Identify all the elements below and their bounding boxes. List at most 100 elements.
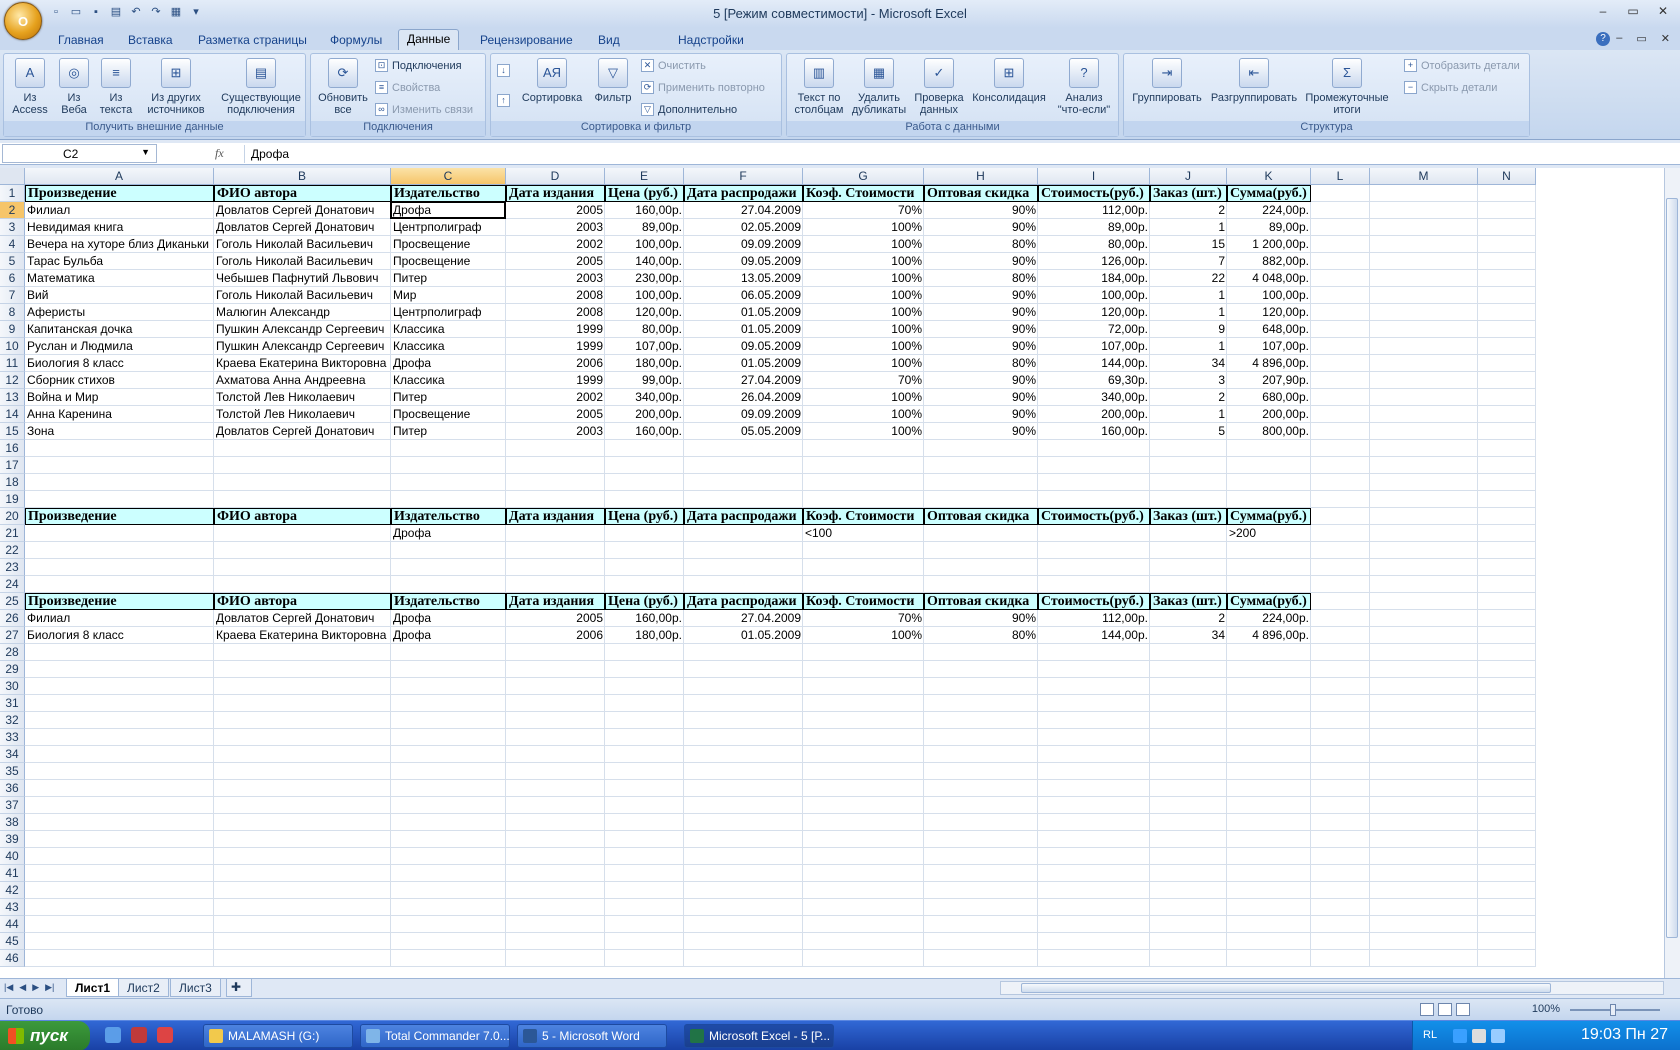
- network-icon[interactable]: [1491, 1029, 1505, 1043]
- wb-restore-icon[interactable]: ▭: [1636, 32, 1646, 45]
- table-cell[interactable]: 107,00р.: [1038, 338, 1150, 355]
- table-cell[interactable]: 80%: [924, 355, 1038, 372]
- table-cell[interactable]: Толстой Лев Николаевич: [214, 406, 391, 423]
- table-cell[interactable]: 27.04.2009: [684, 372, 803, 389]
- sheet-tab-3[interactable]: Лист3: [170, 979, 221, 997]
- column-header-l[interactable]: L: [1311, 168, 1370, 185]
- table-cell[interactable]: 90%: [924, 389, 1038, 406]
- table-header-cell[interactable]: Стоимость(руб.): [1038, 185, 1150, 202]
- prev-sheet-icon[interactable]: ◀: [19, 982, 26, 993]
- text-to-columns-button[interactable]: ▥ Текст по столбцам: [791, 56, 847, 116]
- table-cell[interactable]: Классика: [391, 338, 506, 355]
- app-icon[interactable]: [131, 1027, 147, 1043]
- row-header-8[interactable]: 8: [0, 304, 25, 321]
- formula-input[interactable]: Дрофа: [244, 145, 1664, 163]
- row-header-40[interactable]: 40: [0, 848, 25, 865]
- table-cell[interactable]: Центрполиграф: [391, 219, 506, 236]
- result-cell[interactable]: 100%: [803, 627, 924, 644]
- table-cell[interactable]: 1999: [506, 338, 605, 355]
- tab-page-layout[interactable]: Разметка страницы: [190, 31, 315, 49]
- edit-links-button[interactable]: ∞ Изменить связи: [375, 103, 473, 116]
- table-cell[interactable]: 1: [1150, 406, 1227, 423]
- result-cell[interactable]: 224,00р.: [1227, 610, 1311, 627]
- wb-close-icon[interactable]: ✕: [1661, 32, 1670, 45]
- row-header-25[interactable]: 25: [0, 593, 25, 610]
- vertical-scrollbar[interactable]: [1664, 168, 1680, 978]
- table-cell[interactable]: 1 200,00р.: [1227, 236, 1311, 253]
- table-cell[interactable]: 02.05.2009: [684, 219, 803, 236]
- table-cell[interactable]: 89,00р.: [1038, 219, 1150, 236]
- table-cell[interactable]: 09.05.2009: [684, 338, 803, 355]
- table-cell[interactable]: Довлатов Сергей Донатович: [214, 219, 391, 236]
- row-header-13[interactable]: 13: [0, 389, 25, 406]
- table-cell[interactable]: 99,00р.: [605, 372, 684, 389]
- table-header-cell[interactable]: Оптовая скидка: [924, 508, 1038, 525]
- result-cell[interactable]: 27.04.2009: [684, 610, 803, 627]
- row-header-11[interactable]: 11: [0, 355, 25, 372]
- table-header-cell[interactable]: Заказ (шт.): [1150, 593, 1227, 610]
- table-cell[interactable]: 2005: [506, 202, 605, 219]
- from-text-button[interactable]: ≡ Из текста: [96, 56, 136, 116]
- table-cell[interactable]: Пушкин Александр Сергеевич: [214, 338, 391, 355]
- criteria-cell[interactable]: >200: [1227, 525, 1311, 542]
- table-cell[interactable]: 80,00р.: [1038, 236, 1150, 253]
- help-icon[interactable]: ?: [1596, 32, 1610, 46]
- result-cell[interactable]: 70%: [803, 610, 924, 627]
- row-header-46[interactable]: 46: [0, 950, 25, 967]
- horizontal-scrollbar[interactable]: [1000, 981, 1664, 995]
- row-header-30[interactable]: 30: [0, 678, 25, 695]
- table-cell[interactable]: Зона: [25, 423, 214, 440]
- row-header-14[interactable]: 14: [0, 406, 25, 423]
- result-cell[interactable]: Филиал: [25, 610, 214, 627]
- table-cell[interactable]: 2: [1150, 202, 1227, 219]
- table-cell[interactable]: 5: [1150, 423, 1227, 440]
- column-header-f[interactable]: F: [684, 168, 803, 185]
- row-header-24[interactable]: 24: [0, 576, 25, 593]
- result-cell[interactable]: 112,00р.: [1038, 610, 1150, 627]
- table-cell[interactable]: 112,00р.: [1038, 202, 1150, 219]
- close-icon[interactable]: ✕: [1656, 4, 1670, 18]
- row-header-43[interactable]: 43: [0, 899, 25, 916]
- table-cell[interactable]: 7: [1150, 253, 1227, 270]
- ungroup-button[interactable]: ⇤ Разгруппировать: [1208, 56, 1300, 104]
- table-cell[interactable]: Тарас Бульба: [25, 253, 214, 270]
- table-header-cell[interactable]: Произведение: [25, 593, 214, 610]
- insert-sheet-icon[interactable]: ✚: [226, 979, 252, 997]
- worksheet-grid[interactable]: A B C D E F G H I J K L M N 1 2 3 4 5 6 7 8 9 10 11 12 13 14 15 16 17 1…: [0, 168, 1664, 978]
- table-cell[interactable]: Питер: [391, 423, 506, 440]
- table-cell[interactable]: 2008: [506, 287, 605, 304]
- table-cell[interactable]: Краева Екатерина Викторовна: [214, 355, 391, 372]
- table-cell[interactable]: 09.09.2009: [684, 406, 803, 423]
- sort-desc-button[interactable]: ↑: [497, 94, 510, 107]
- tab-data[interactable]: Данные: [398, 29, 460, 50]
- table-cell[interactable]: 15: [1150, 236, 1227, 253]
- table-cell[interactable]: 100%: [803, 338, 924, 355]
- table-cell[interactable]: 160,00р.: [1038, 423, 1150, 440]
- column-header-c[interactable]: C: [391, 168, 506, 185]
- table-header-cell[interactable]: Произведение: [25, 508, 214, 525]
- table-cell[interactable]: 100%: [803, 236, 924, 253]
- last-sheet-icon[interactable]: ▶|: [45, 982, 54, 993]
- table-cell[interactable]: 80%: [924, 236, 1038, 253]
- table-cell[interactable]: 06.05.2009: [684, 287, 803, 304]
- table-cell[interactable]: 200,00р.: [1227, 406, 1311, 423]
- table-header-cell[interactable]: Заказ (шт.): [1150, 185, 1227, 202]
- table-cell[interactable]: 90%: [924, 304, 1038, 321]
- consolidate-button[interactable]: ⊞ Консолидация: [969, 56, 1049, 104]
- table-cell[interactable]: 1: [1150, 304, 1227, 321]
- name-box[interactable]: C2 ▼: [2, 144, 157, 163]
- row-header-31[interactable]: 31: [0, 695, 25, 712]
- table-cell[interactable]: Питер: [391, 270, 506, 287]
- sort-asc-button[interactable]: ↓: [497, 64, 510, 77]
- normal-view-icon[interactable]: [1420, 1003, 1434, 1016]
- row-header-39[interactable]: 39: [0, 831, 25, 848]
- row-header-12[interactable]: 12: [0, 372, 25, 389]
- table-cell[interactable]: 800,00р.: [1227, 423, 1311, 440]
- table-cell[interactable]: Аферисты: [25, 304, 214, 321]
- table-cell[interactable]: Дрофа: [391, 355, 506, 372]
- properties-button[interactable]: ≡ Свойства: [375, 81, 440, 94]
- minimize-icon[interactable]: –: [1596, 4, 1610, 18]
- row-header-41[interactable]: 41: [0, 865, 25, 882]
- table-cell[interactable]: 05.05.2009: [684, 423, 803, 440]
- filter-button[interactable]: ▽ Фильтр: [591, 56, 635, 104]
